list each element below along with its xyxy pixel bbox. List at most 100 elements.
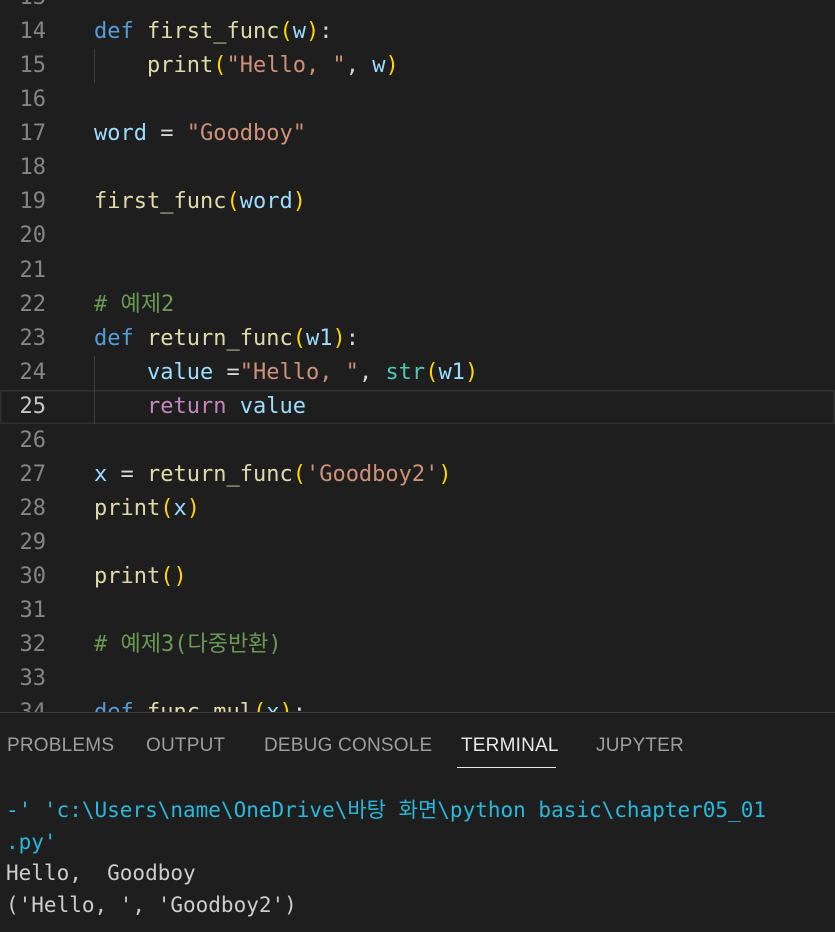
code-token: x — [94, 461, 108, 487]
code-line[interactable]: 22 # 예제2 — [0, 288, 835, 322]
code-token: w1 — [438, 359, 465, 385]
line-number: 18 — [19, 155, 47, 181]
code-token: : — [293, 700, 306, 712]
code-line[interactable]: 28 print(x) — [0, 492, 835, 526]
code-token: "Hello, " — [239, 359, 359, 385]
code-line[interactable]: 16 — [0, 83, 835, 117]
code-token: print — [94, 564, 161, 590]
code-line[interactable]: 25 return value — [0, 389, 835, 424]
code-token: : — [345, 325, 359, 351]
code-line[interactable]: 31 — [0, 594, 835, 628]
line-number: 13 — [0, 0, 47, 15]
code-token: # 예제3(다중반환) — [94, 632, 282, 658]
line-number: 24 — [19, 359, 47, 385]
code-text: # 예제3(다중반환) — [94, 628, 282, 662]
code-token: def — [94, 325, 134, 351]
code-line[interactable]: 30 print() — [0, 560, 835, 594]
code-line[interactable]: 34 def func_mul(x): — [0, 696, 835, 712]
code-line[interactable]: 23 def return_func(w1): — [0, 322, 835, 356]
line-number: 16 — [19, 87, 47, 113]
code-token: () — [160, 564, 187, 590]
panel-tabs: PROBLEMS OUTPUT DEBUG CONSOLE TERMINAL J… — [0, 713, 835, 769]
code-line[interactable]: 19 first_func(word) — [0, 185, 835, 219]
terminal-output[interactable]: -' 'c:\Users\name\OneDrive\바탕 화면\python … — [6, 795, 826, 921]
code-token: "Hello, " — [226, 53, 346, 79]
code-token: ) — [438, 461, 452, 487]
code-token: = — [107, 461, 147, 487]
code-token: value — [146, 359, 214, 385]
code-line[interactable]: 17 word = "Goodboy" — [0, 117, 835, 151]
code-token: first_func — [147, 19, 280, 45]
code-editor[interactable]: 1314def first_func(w):15 print("Hello, "… — [0, 0, 835, 712]
code-text: print("Hello, ", w) — [94, 49, 399, 83]
code-token: ) — [385, 53, 399, 79]
code-line[interactable]: 21 — [0, 254, 835, 288]
code-token: first_func — [94, 189, 227, 215]
code-text: return value — [94, 390, 306, 424]
code-text: print() — [94, 560, 187, 594]
line-number: 28 — [19, 495, 47, 521]
code-token: ) — [279, 700, 292, 712]
code-text: def first_func(w): — [94, 15, 332, 49]
line-number: 31 — [19, 598, 47, 624]
code-line[interactable]: 33 — [0, 662, 835, 696]
code-line[interactable]: 14 def first_func(w): — [0, 15, 835, 49]
code-token: : — [319, 19, 333, 45]
code-token: str — [385, 359, 426, 385]
line-number: 14 — [19, 19, 47, 45]
code-line[interactable]: 13 — [0, 0, 835, 15]
code-token: = — [146, 121, 187, 147]
tab-output[interactable]: OUTPUT — [146, 735, 225, 757]
code-token: ( — [279, 19, 293, 45]
code-token: value — [239, 393, 306, 419]
code-line[interactable]: 27 x = return_func('Goodboy2') — [0, 458, 835, 492]
code-token: def — [94, 700, 134, 712]
code-token: word — [239, 189, 293, 215]
terminal-line: ('Hello, ', 'Goodboy2') — [6, 892, 297, 917]
code-token: ( — [226, 189, 240, 215]
code-line[interactable]: 26 — [0, 424, 835, 458]
code-token: ( — [213, 53, 227, 79]
line-number: 30 — [19, 564, 47, 590]
code-line[interactable]: 20 — [0, 219, 835, 253]
code-token: word — [94, 121, 147, 147]
code-token: ( — [425, 359, 439, 385]
tab-debug-console[interactable]: DEBUG CONSOLE — [264, 735, 432, 757]
code-text: value ="Hello, ", str(w1) — [94, 356, 478, 390]
code-text: def func_mul(x): — [94, 696, 306, 712]
code-token: x — [173, 495, 187, 521]
code-token: ) — [292, 189, 306, 215]
tab-jupyter[interactable]: JUPYTER — [596, 735, 684, 757]
code-token: def — [94, 19, 134, 45]
line-number: 15 — [19, 53, 47, 79]
vscode-window: 1314def first_func(w):15 print("Hello, "… — [0, 0, 835, 932]
code-line[interactable]: 24 value ="Hello, ", str(w1) — [0, 355, 835, 390]
active-tab-indicator — [457, 767, 556, 768]
line-number: 20 — [19, 223, 47, 249]
tab-problems[interactable]: PROBLEMS — [7, 735, 114, 757]
code-token: return_func — [147, 461, 293, 487]
code-token: ) — [305, 19, 320, 45]
code-token: ) — [186, 495, 200, 521]
code-token: return_func — [147, 325, 293, 351]
code-token: , — [358, 359, 386, 385]
code-token: 'Goodboy2' — [305, 461, 439, 487]
terminal-line: Hello, Goodboy — [6, 861, 196, 885]
code-line[interactable]: 29 — [0, 526, 835, 560]
code-line[interactable]: 18 — [0, 151, 835, 185]
code-line[interactable]: 15 print("Hello, ", w) — [0, 49, 835, 84]
code-line[interactable]: 32 # 예제3(다중반환) — [0, 628, 835, 662]
line-number: 19 — [19, 189, 47, 215]
code-text: x = return_func('Goodboy2') — [94, 458, 452, 492]
code-text: # 예제2 — [94, 288, 174, 322]
code-token: = — [213, 359, 240, 385]
code-token: ( — [292, 461, 306, 487]
code-token: ) — [332, 325, 346, 351]
line-number: 32 — [19, 632, 47, 658]
tab-terminal[interactable]: TERMINAL — [461, 735, 559, 757]
code-text: print(x) — [94, 492, 200, 526]
